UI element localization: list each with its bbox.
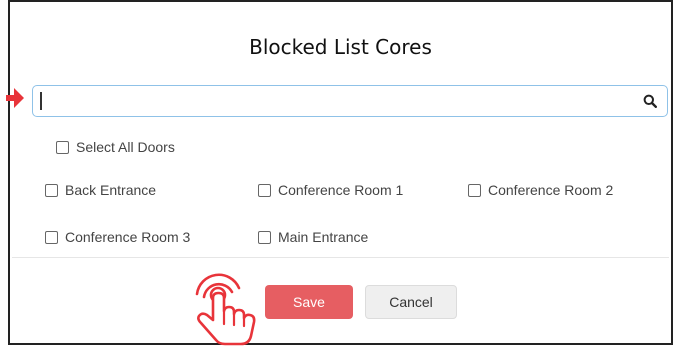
text-caret [40, 92, 42, 110]
dialog-title: Blocked List Cores [249, 35, 432, 59]
door-main-entrance[interactable]: Main Entrance [258, 229, 368, 245]
search-box[interactable] [32, 85, 668, 117]
door-checkbox[interactable] [45, 183, 58, 197]
door-checkbox[interactable] [258, 183, 271, 197]
door-conference-room-2[interactable]: Conference Room 2 [468, 182, 613, 198]
search-input[interactable] [39, 89, 623, 115]
door-conference-room-1[interactable]: Conference Room 1 [258, 182, 403, 198]
door-label: Conference Room 2 [488, 182, 614, 198]
select-all-checkbox[interactable] [56, 140, 69, 154]
blocked-list-dialog: Blocked List Cores Select All Doors Back… [8, 0, 673, 345]
door-checkbox[interactable] [468, 183, 481, 197]
cancel-button[interactable]: Cancel [365, 285, 457, 319]
save-button[interactable]: Save [265, 285, 353, 319]
door-back-entrance[interactable]: Back Entrance [45, 182, 156, 198]
select-all-doors[interactable]: Select All Doors [56, 139, 175, 155]
arrow-right-icon [6, 88, 24, 108]
select-all-label: Select All Doors [76, 139, 175, 155]
door-label: Back Entrance [65, 182, 157, 198]
door-checkbox[interactable] [258, 230, 271, 244]
tap-hand-icon [195, 273, 256, 346]
door-conference-room-3[interactable]: Conference Room 3 [45, 229, 190, 245]
footer-divider [12, 257, 669, 258]
door-checkbox[interactable] [45, 230, 58, 244]
door-label: Conference Room 1 [278, 182, 404, 198]
door-label: Conference Room 3 [65, 229, 191, 245]
door-label: Main Entrance [278, 229, 369, 245]
search-icon[interactable] [639, 90, 661, 112]
